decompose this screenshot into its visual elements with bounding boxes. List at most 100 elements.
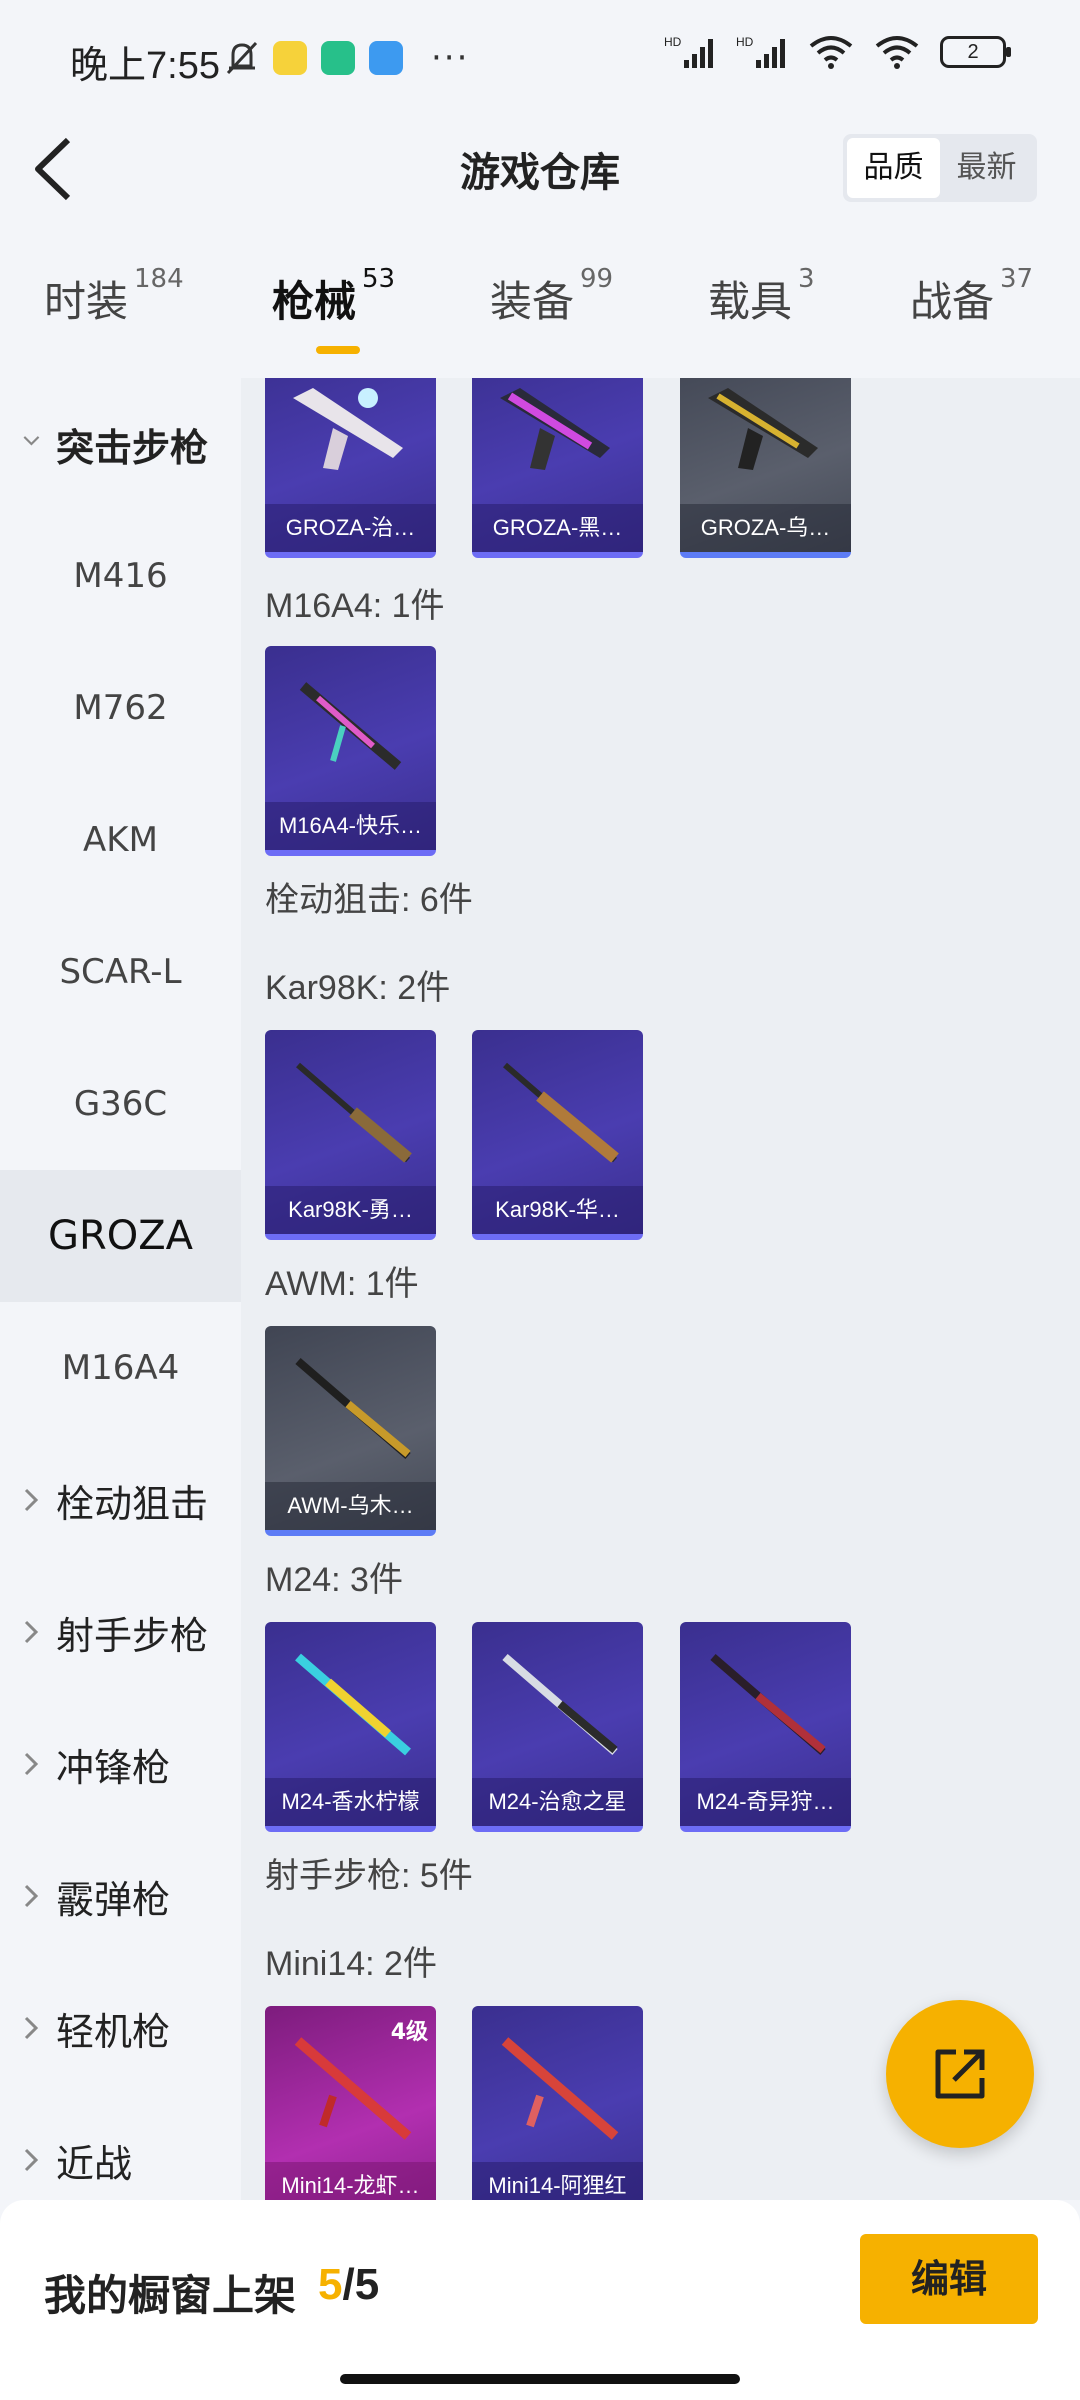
- sidebar-group-marksman-rifles[interactable]: 射手步枪: [0, 1566, 241, 1698]
- sort-by-newest[interactable]: 最新: [940, 138, 1033, 198]
- weapon-card-name: GROZA-治…: [265, 504, 436, 552]
- section-header: 射手步枪: 5件: [265, 1857, 473, 1895]
- share-fab-button[interactable]: [886, 2000, 1034, 2148]
- sidebar-group-label: 栓动狙击: [56, 1481, 209, 1526]
- chevron-right-icon: [24, 1620, 39, 1644]
- more-notifications-icon: ···: [431, 38, 470, 78]
- weapon-card[interactable]: M24-香水柠檬: [265, 1622, 436, 1832]
- sidebar-group-bolt-snipers[interactable]: 栓动狙击: [0, 1434, 241, 1566]
- weapon-card-name: Mini14-阿狸红: [472, 2162, 643, 2200]
- sidebar-group-label: 突击步枪: [56, 425, 209, 470]
- rifle-icon: [502, 1653, 618, 1756]
- weapon-card[interactable]: Mini14-阿狸红: [472, 2006, 643, 2200]
- sidebar-item-m762[interactable]: M762: [0, 642, 241, 774]
- wifi-icon: [809, 36, 853, 69]
- signal-icon-2: HD: [736, 35, 785, 68]
- sidebar-item-m416[interactable]: M416: [0, 510, 241, 642]
- tab-label: 装备: [490, 277, 575, 326]
- category-tabs: 时装 184 枪械 53 装备 99 载具 3 战备 37: [0, 264, 1080, 368]
- tab-label: 时装: [44, 277, 129, 326]
- wifi-link-icon: [875, 36, 919, 69]
- weapon-card-name: M24-治愈之星: [472, 1778, 643, 1826]
- sidebar-item-groza[interactable]: GROZA: [0, 1170, 241, 1302]
- tab-vehicles[interactable]: 载具 3: [708, 264, 815, 329]
- weapon-card[interactable]: GROZA-黑…: [472, 378, 643, 558]
- tab-label: 战备: [910, 277, 995, 326]
- section-header: Mini14: 2件: [265, 1945, 437, 1983]
- tab-count: 99: [580, 264, 614, 294]
- page-header: 游戏仓库 品质 最新: [0, 118, 1080, 218]
- sidebar-group-smgs[interactable]: 冲锋枪: [0, 1698, 241, 1830]
- tab-outfits[interactable]: 时装 184: [44, 264, 184, 329]
- chevron-right-icon: [24, 1488, 39, 1512]
- weapon-card-name: Kar98K-勇…: [265, 1186, 436, 1234]
- rifle-icon: [710, 1653, 826, 1756]
- weapon-card-name: M24-奇异狩…: [680, 1778, 851, 1826]
- chevron-right-icon: [24, 1752, 39, 1776]
- tab-equipment[interactable]: 装备 99: [490, 264, 613, 329]
- weapon-card-name: Kar98K-华…: [472, 1186, 643, 1234]
- tab-guns[interactable]: 枪械 53: [272, 264, 395, 329]
- battery-icon: 2: [940, 36, 1011, 68]
- home-indicator[interactable]: [340, 2374, 740, 2384]
- active-tab-indicator: [316, 346, 360, 354]
- tab-count: 37: [1000, 264, 1034, 294]
- chevron-down-icon: [23, 436, 40, 446]
- rifle-icon: [708, 388, 818, 470]
- tab-count: 3: [798, 264, 815, 294]
- green-shield-app-icon: [321, 41, 355, 75]
- weapon-card-name: Mini14-龙虾…: [265, 2162, 436, 2200]
- rifle-icon: [500, 388, 610, 470]
- sort-by-quality[interactable]: 品质: [847, 138, 940, 198]
- tab-count: 53: [362, 264, 396, 294]
- weapon-card[interactable]: 4级 Mini14-龙虾…: [265, 2006, 436, 2200]
- weapon-card[interactable]: Kar98K-勇…: [265, 1030, 436, 1240]
- weapon-card[interactable]: GROZA-乌…: [680, 378, 851, 558]
- sort-toggle: 品质 最新: [843, 134, 1037, 202]
- section-header: 栓动狙击: 6件: [265, 881, 473, 919]
- sidebar-group-assault-rifles[interactable]: 突击步枪: [0, 378, 241, 510]
- rifle-icon: [503, 1062, 619, 1163]
- showcase-current: 5: [318, 2260, 343, 2309]
- section-header: Kar98K: 2件: [265, 969, 451, 1007]
- weapon-type-sidebar: 突击步枪 M416 M762 AKM SCAR-L G36C GROZA M16…: [0, 378, 241, 2198]
- signal2-hd-label: HD: [736, 35, 754, 49]
- section-header: M16A4: 1件: [265, 587, 445, 625]
- tab-combat-gear[interactable]: 战备 37: [910, 264, 1033, 329]
- weapon-card[interactable]: M24-奇异狩…: [680, 1622, 851, 1832]
- sidebar-group-label: 射手步枪: [56, 1613, 209, 1658]
- section-header: AWM: 1件: [265, 1265, 419, 1303]
- showcase-bar: 我的橱窗上架 5/5 编辑: [0, 2200, 1080, 2400]
- sidebar-item-g36c[interactable]: G36C: [0, 1038, 241, 1170]
- signal-hd-label: HD: [664, 35, 682, 49]
- sidebar-group-label: 近战: [56, 2141, 133, 2186]
- weapon-card-name: M24-香水柠檬: [265, 1778, 436, 1826]
- status-time: 晚上7:55: [70, 45, 220, 87]
- notification-icons: ···: [225, 38, 469, 78]
- chevron-right-icon: [24, 2016, 39, 2040]
- chevron-right-icon: [24, 1884, 39, 1908]
- sidebar-item-m16a4[interactable]: M16A4: [0, 1302, 241, 1434]
- signal-icon: HD: [664, 35, 713, 68]
- status-bar: 晚上7:55 ··· HD HD 2: [0, 0, 1080, 118]
- sidebar-group-lmgs[interactable]: 轻机枪: [0, 1962, 241, 2094]
- rifle-icon: [293, 388, 403, 470]
- blue-card-app-icon: [369, 41, 403, 75]
- weapon-card[interactable]: M24-治愈之星: [472, 1622, 643, 1832]
- sidebar-group-label: 冲锋枪: [56, 1745, 171, 1790]
- weapon-card[interactable]: Kar98K-华…: [472, 1030, 643, 1240]
- weapon-card[interactable]: AWM-乌木…: [265, 1326, 436, 1536]
- sidebar-item-scar-l[interactable]: SCAR-L: [0, 906, 241, 1038]
- sidebar-item-akm[interactable]: AKM: [0, 774, 241, 906]
- chevron-right-icon: [24, 2148, 39, 2172]
- share-export-icon: [935, 2049, 985, 2099]
- rifle-icon: [296, 1062, 412, 1163]
- weapon-card-name: GROZA-黑…: [472, 504, 643, 552]
- sidebar-group-label: 霰弹枪: [56, 1877, 171, 1922]
- weapon-card[interactable]: M16A4-快乐…: [265, 646, 436, 856]
- rifle-icon: [295, 1357, 411, 1460]
- weapon-card[interactable]: GROZA-治…: [265, 378, 436, 558]
- sidebar-group-shotguns[interactable]: 霰弹枪: [0, 1830, 241, 1962]
- tab-label: 枪械: [272, 277, 357, 326]
- edit-button[interactable]: 编辑: [860, 2234, 1038, 2324]
